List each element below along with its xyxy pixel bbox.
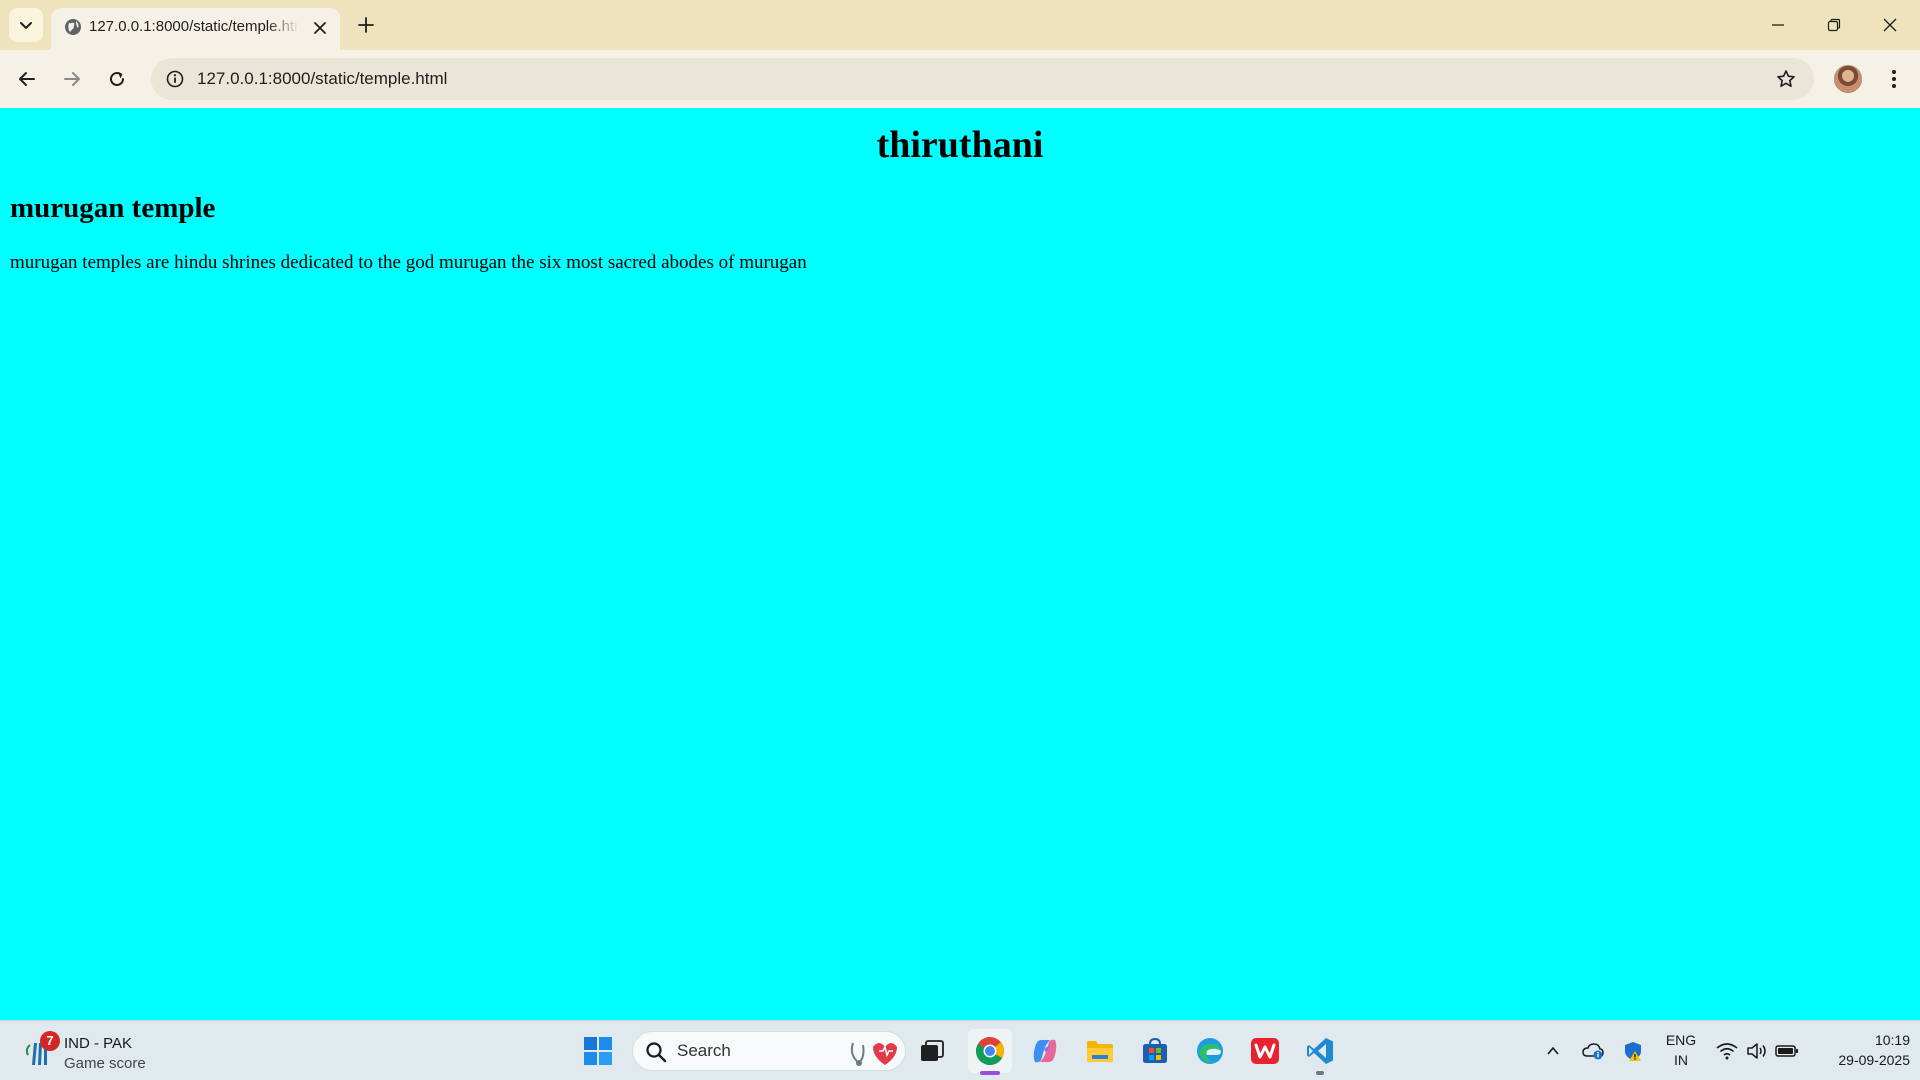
wifi-tray-button[interactable]: [1712, 1021, 1742, 1080]
running-indicator: [1316, 1071, 1324, 1075]
chevron-up-icon: [1547, 1046, 1559, 1055]
notification-badge: 7: [40, 1031, 60, 1051]
arrow-left-icon: [19, 72, 35, 86]
widget-title: IND - PAK: [64, 1035, 133, 1052]
taskbar-vscode[interactable]: [1298, 1029, 1342, 1075]
bookmark-button[interactable]: [1770, 63, 1802, 95]
vscode-icon: [1307, 1038, 1333, 1064]
star-icon: [1777, 70, 1795, 87]
browser-toolbar: 127.0.0.1:8000/static/temple.html: [0, 50, 1920, 108]
browser-menu-button[interactable]: [1878, 61, 1910, 97]
restore-button[interactable]: [1806, 0, 1862, 50]
taskbar-ms-store[interactable]: [1133, 1029, 1177, 1073]
close-icon: [1883, 18, 1897, 32]
task-view-icon: [921, 1040, 944, 1061]
clock-date: 29-09-2025: [1838, 1052, 1910, 1068]
search-label: Search: [677, 1041, 731, 1060]
clock[interactable]: 10:19 29-09-2025: [1810, 1030, 1910, 1070]
onedrive-tray-button[interactable]: [1578, 1021, 1608, 1080]
search-icon: [646, 1042, 667, 1063]
shield-icon: [1625, 1042, 1641, 1061]
taskbar-copilot[interactable]: [1023, 1029, 1067, 1073]
reload-icon: [110, 71, 124, 86]
file-explorer-icon: [1087, 1041, 1113, 1062]
start-icon: [584, 1037, 612, 1065]
taskbar-edge[interactable]: [1188, 1029, 1232, 1073]
volume-icon: [1747, 1043, 1766, 1059]
widget-subtitle: Game score: [64, 1055, 146, 1072]
browser-tab-strip: 127.0.0.1:8000/static/temple.html: [0, 0, 1920, 50]
address-bar[interactable]: 127.0.0.1:8000/static/temple.html: [151, 58, 1814, 100]
tab-title: 127.0.0.1:8000/static/temple.html: [89, 18, 299, 35]
window-close-button[interactable]: [1862, 0, 1918, 50]
tab-close-button[interactable]: [309, 17, 331, 39]
volume-tray-button[interactable]: [1742, 1021, 1772, 1080]
language-primary: ENG: [1665, 1032, 1697, 1048]
page-paragraph: murugan temples are hindu shrines dedica…: [10, 252, 807, 273]
wifi-icon: [1716, 1043, 1738, 1060]
ms-store-icon: [1143, 1037, 1167, 1063]
weather-widget[interactable]: 7 IND - PAK Game score: [22, 1027, 172, 1075]
wps-office-icon: [1251, 1038, 1279, 1064]
language-secondary: IN: [1674, 1052, 1688, 1068]
start-button[interactable]: [576, 1029, 620, 1073]
site-info-button[interactable]: [159, 63, 191, 95]
browser-tab-active[interactable]: 127.0.0.1:8000/static/temple.html: [51, 8, 340, 50]
tab-search-button[interactable]: [9, 8, 43, 42]
search-highlight-icon: [850, 1042, 897, 1066]
task-view-button[interactable]: [910, 1029, 954, 1073]
arrow-right-icon: [64, 72, 80, 86]
page-title: thiruthani: [876, 124, 1044, 166]
language-indicator[interactable]: ENG IN: [1660, 1030, 1702, 1070]
active-indicator: [980, 1071, 1000, 1075]
close-icon: [314, 22, 326, 34]
battery-tray-button[interactable]: [1772, 1021, 1802, 1080]
edge-icon: [1197, 1038, 1223, 1064]
show-hidden-icons-button[interactable]: [1538, 1021, 1568, 1080]
web-page: thiruthani murugan temple murugan temple…: [0, 108, 1920, 1020]
taskbar-file-explorer[interactable]: [1078, 1029, 1122, 1073]
battery-icon: [1775, 1045, 1798, 1057]
cloud-icon: [1582, 1043, 1604, 1060]
taskbar-search[interactable]: Search: [632, 1031, 906, 1071]
taskbar: 7 IND - PAK Game score Search ENG IN 10:…: [0, 1020, 1920, 1080]
security-tray-button[interactable]: [1618, 1021, 1648, 1080]
taskbar-chrome[interactable]: [968, 1029, 1012, 1075]
clock-time: 10:19: [1874, 1032, 1910, 1048]
reload-button[interactable]: [99, 61, 135, 97]
new-tab-button[interactable]: [352, 11, 380, 39]
copilot-icon: [1033, 1039, 1057, 1063]
minimize-icon: [1772, 24, 1784, 26]
page-heading: murugan temple: [10, 192, 216, 224]
taskbar-wps-office[interactable]: [1243, 1029, 1287, 1073]
back-button[interactable]: [9, 61, 45, 97]
restore-icon: [1827, 18, 1841, 32]
plus-icon: [358, 17, 374, 33]
minimize-button[interactable]: [1750, 0, 1806, 50]
chevron-down-icon: [20, 22, 32, 29]
more-vertical-icon: [1892, 70, 1896, 88]
address-bar-url[interactable]: 127.0.0.1:8000/static/temple.html: [197, 58, 447, 100]
profile-avatar[interactable]: [1834, 65, 1862, 93]
forward-button[interactable]: [54, 61, 90, 97]
globe-icon: [65, 19, 81, 35]
chrome-icon: [976, 1037, 1005, 1065]
info-icon: [166, 70, 184, 88]
